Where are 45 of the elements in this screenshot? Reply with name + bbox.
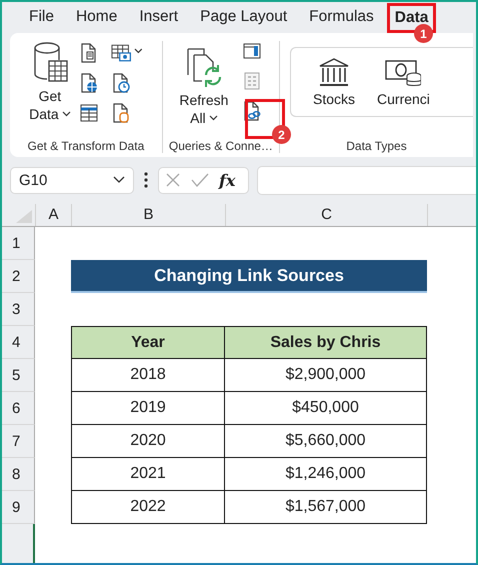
menu-tab[interactable]: Data (390, 6, 434, 30)
group-label: Queries & Conne… (168, 139, 273, 153)
large-button[interactable]: Get Data (29, 41, 71, 123)
clock-document-icon[interactable] (110, 73, 131, 93)
caret-icon (62, 111, 71, 117)
step-badge: 1 (414, 24, 433, 43)
caret-icon[interactable] (113, 176, 125, 184)
table-header: Sales by Chris (225, 326, 427, 359)
formula-input[interactable] (257, 166, 476, 194)
column-header[interactable]: B (71, 204, 225, 226)
large-button[interactable]: Refresh All (179, 41, 228, 127)
row-header[interactable]: 5 (2, 359, 35, 392)
row-header[interactable]: 9 (2, 491, 35, 524)
group-label: Get & Transform Data (28, 139, 144, 153)
data-type-button[interactable]: Currenci (377, 48, 430, 116)
menu-tab[interactable]: Home (64, 5, 128, 29)
menu-tab[interactable]: File (18, 5, 65, 29)
database-icon[interactable] (32, 41, 68, 83)
row-header[interactable]: 1 (2, 227, 35, 260)
panel-icon[interactable] (242, 41, 262, 61)
data-type-button[interactable]: Stocks (313, 48, 356, 116)
row-header[interactable]: 7 (2, 425, 35, 458)
more-icon[interactable] (144, 172, 148, 188)
table-icon[interactable] (78, 103, 99, 123)
caret-icon (208, 115, 218, 121)
menu-tab[interactable]: Page Layout (189, 5, 298, 29)
table-camera-icon[interactable] (110, 43, 132, 63)
group-label: Data Types (346, 139, 407, 153)
caret-icon[interactable] (134, 48, 143, 54)
insert-function-button[interactable]: fx (219, 170, 236, 190)
table-header: Year (71, 326, 225, 359)
row-header[interactable]: 3 (2, 293, 35, 326)
menu-tab[interactable]: Formulas (298, 5, 385, 29)
database-document-icon[interactable] (110, 103, 131, 123)
column-header[interactable]: A (35, 204, 71, 226)
column-header[interactable]: C (225, 204, 427, 226)
row-header[interactable]: 4 (2, 326, 35, 359)
row-header[interactable]: 8 (2, 458, 35, 491)
row-header[interactable]: 2 (2, 260, 35, 293)
title-banner: Changing Link Sources (71, 260, 427, 293)
name-box[interactable]: G10 (10, 166, 134, 194)
row-header[interactable]: 6 (2, 392, 35, 425)
menu-tab[interactable]: Insert (128, 5, 190, 29)
web-document-icon[interactable] (78, 73, 99, 93)
bank-icon[interactable] (317, 57, 351, 87)
